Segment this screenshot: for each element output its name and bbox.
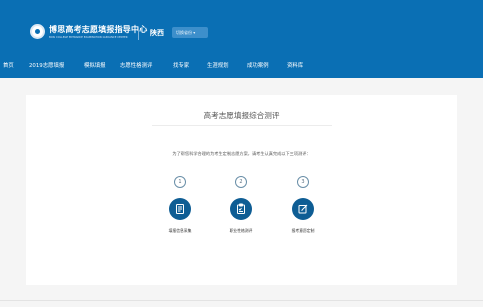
step-label[interactable]: 职业性格测评 [211, 228, 271, 234]
nav-item-2019-application[interactable]: 2019志愿填报 [29, 61, 64, 69]
edit-icon[interactable] [292, 198, 314, 220]
footer-divider [0, 300, 483, 301]
nav-item-find-expert[interactable]: 找专家 [173, 61, 189, 69]
instruction-text: 为了帮您科学合理的为考生定制志愿方案，请考生认真完成以下三项测评： [172, 151, 311, 156]
nav-item-home[interactable]: 首页 [3, 61, 14, 69]
step-label[interactable]: 填报信息采集 [150, 228, 210, 234]
nav-item-library[interactable]: 资料库 [287, 61, 303, 69]
form-icon[interactable] [169, 198, 191, 220]
clipboard-icon[interactable] [230, 198, 252, 220]
main-nav: 首页 2019志愿填报 模拟填报 志愿性格测评 找专家 生涯规划 成功案例 资料… [0, 58, 483, 74]
step-number: 2 [235, 176, 247, 188]
step-number: 3 [297, 176, 309, 188]
step-label[interactable]: 报考意愿定制 [273, 228, 333, 234]
step-number: 1 [174, 176, 186, 188]
nav-item-success-cases[interactable]: 成功案例 [247, 61, 269, 69]
assessment-card [26, 95, 457, 285]
nav-item-personality-test[interactable]: 志愿性格测评 [120, 61, 152, 69]
switch-province-button[interactable]: 切换省份 ▾ [172, 27, 208, 38]
current-province: 陕西 [150, 29, 164, 37]
nav-item-career-planning[interactable]: 生涯规划 [207, 61, 229, 69]
nav-item-mock-application[interactable]: 模拟填报 [84, 61, 106, 69]
org-title[interactable]: 博思高考志愿填报指导中心 [49, 24, 147, 35]
logo-icon[interactable] [30, 24, 45, 39]
org-subtitle: BOSI COLLEGE ENTRANCE EXAMINATION GUIDAN… [49, 36, 128, 39]
page-title: 高考志愿填报综合测评 [0, 110, 483, 126]
header-divider [138, 27, 139, 40]
